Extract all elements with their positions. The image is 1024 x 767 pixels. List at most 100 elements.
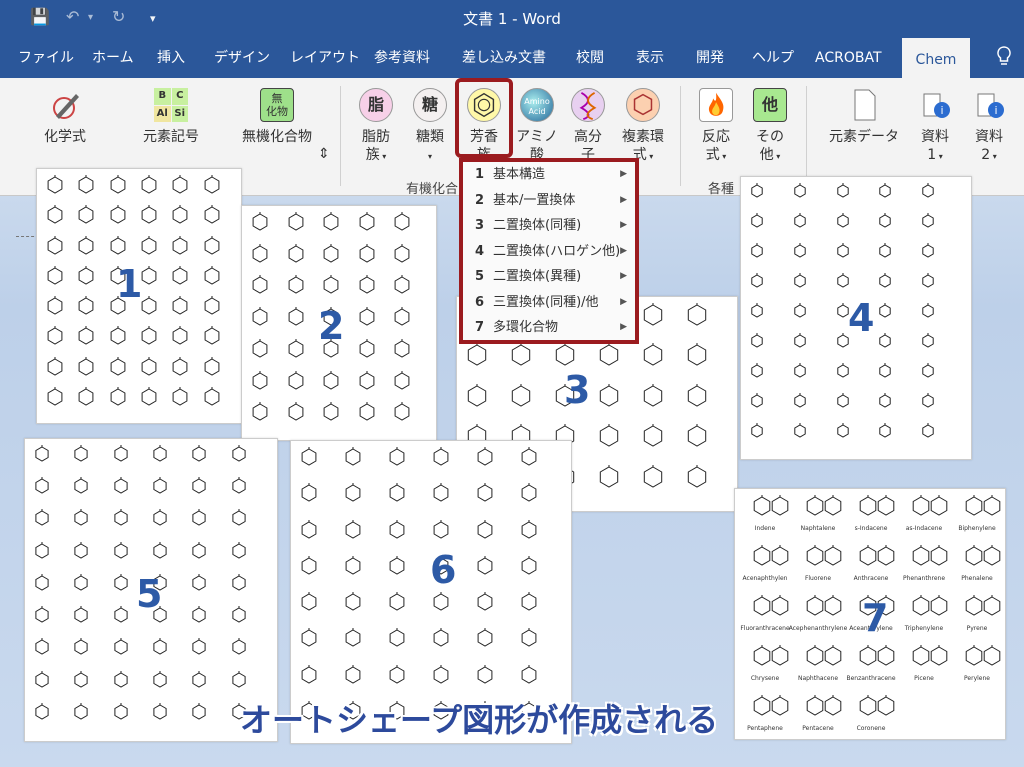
polycyclic-name: Acenaphthylen [742,575,788,582]
polycyclic-name: Phenalene [961,575,993,582]
menu-item-monosubstituted[interactable]: 2 基本/一置換体 ▶ [463,188,635,214]
polycyclic-structure [804,495,844,517]
menu-item-number: 1 [475,167,485,182]
benzene-structure [920,271,936,293]
tab-help[interactable]: ヘルプ [752,36,794,78]
tab-references[interactable]: 参考資料 [374,36,430,78]
submenu-arrow-icon: ▶ [620,296,627,307]
tab-insert[interactable]: 挿入 [157,36,185,78]
benzene-structure [151,636,169,660]
panel-number-6: 6 [430,548,457,592]
polycyclic-structure [804,545,844,567]
benzene-structure [202,354,222,381]
reference-2-button[interactable]: i 資料 2 ▾ [968,88,1010,166]
menu-item-polycyclic[interactable]: 7 多環化合物 ▶ [463,315,635,341]
element-symbol-button[interactable]: B C Al Si 元素記号 [132,88,210,146]
polycyclic-structure [910,495,950,517]
benzene-structure [170,173,190,199]
menu-item-number: 7 [475,320,485,335]
benzene-structure [299,481,319,507]
reference-1-button[interactable]: i 資料 1 ▾ [914,88,956,166]
info-icon: i [977,93,1004,118]
benzene-structure [72,571,90,596]
aliphatic-icon: 脂 [359,88,393,122]
benzene-structure [202,263,222,290]
benzene-structure [299,626,319,652]
aliphatic-button[interactable]: 脂 脂肪 族 ▾ [356,88,396,166]
polycyclic-name: Pyrene [966,625,988,632]
benzene-structure [45,263,65,290]
menu-item-label: 二置換体(異種) [493,269,582,284]
benzene-structure [835,241,851,263]
reference-1-label: 資料 [921,129,949,145]
benzene-structure [151,700,169,725]
benzene-structure [139,233,159,260]
sugar-icon: 糖 [413,88,447,122]
periodic-cell: B [154,88,171,105]
benzene-structure [877,421,893,443]
menu-item-disubstituted-halogen[interactable]: 4 二置換体(ハロゲン他) ▶ [463,239,635,265]
benzene-structure [112,700,130,725]
benzene-structure [112,636,130,660]
menu-item-number: 5 [475,269,485,284]
benzene-structure [431,662,451,689]
benzene-structure [286,273,306,299]
benzene-structure [76,294,96,320]
inorganic-compound-button[interactable]: 無 化物 無機化合物 [232,88,322,146]
benzene-structure [112,571,130,596]
benzene-structure [230,443,248,467]
menu-item-basic-structure[interactable]: 1 基本構造 ▶ [463,162,635,188]
benzene-structure [139,354,159,381]
tab-file[interactable]: ファイル [18,36,74,78]
lightbulb-icon[interactable] [996,46,1014,68]
element-data-button[interactable]: 元素データ [822,88,906,146]
tab-design[interactable]: デザイン [214,36,270,78]
benzene-structure [250,400,270,426]
tab-home[interactable]: ホーム [92,36,134,78]
menu-item-number: 4 [475,243,485,259]
benzene-structure [343,553,363,580]
benzene-structure [392,273,412,299]
tab-mailings[interactable]: 差し込み文書 [462,36,546,78]
polycyclic-structure [963,595,1003,617]
polymer-label: 高分 [574,129,602,145]
benzene-structure [920,241,936,263]
benzene-structure [920,331,936,353]
menu-item-label: 基本/一置換体 [493,192,576,208]
gallery-resize-icon[interactable]: ⇕ [318,146,330,162]
tab-developer[interactable]: 開発 [696,36,724,78]
heterocycle-button[interactable]: 複素環 式 ▾ [616,88,670,166]
sugar-button[interactable]: 糖 糖類 ▾ [410,88,450,166]
tab-chem[interactable]: Chem [902,36,970,78]
tab-layout[interactable]: レイアウト [290,36,360,78]
amino-acid-icon: Amino Acid [520,88,554,122]
polycyclic-structure [857,645,897,667]
benzene-structure [597,462,621,493]
benzene-structure [230,539,248,564]
benzene-structure [33,604,51,628]
submenu-arrow-icon: ▶ [620,322,627,332]
other-button[interactable]: 他 その 他 ▾ [748,88,792,166]
tab-view[interactable]: 表示 [636,36,664,78]
menu-item-trisubstituted[interactable]: 6 三置換体(同種)/他 ▶ [463,290,635,316]
menu-item-disubstituted-same[interactable]: 3 二置換体(同種) ▶ [463,213,635,239]
amino-acid-button[interactable]: Amino Acid アミノ 酸 [514,88,560,164]
tab-review[interactable]: 校閲 [576,36,604,78]
benzene-structure [250,241,270,268]
menu-item-number: 2 [475,192,485,208]
polymer-button[interactable]: 高分 子 [568,88,608,164]
menu-item-disubstituted-different[interactable]: 5 二置換体(異種) ▶ [463,264,635,290]
benzene-structure [597,341,621,371]
tab-acrobat[interactable]: ACROBAT [815,36,882,78]
benzene-structure [139,173,159,199]
benzene-structure [321,273,341,299]
benzene-structure [475,445,495,471]
benzene-structure [299,445,319,471]
benzene-structure [230,475,248,499]
benzene-structure [343,626,363,652]
reaction-button[interactable]: 反応 式 ▾ [694,88,738,166]
other-sublabel: 他 [759,147,774,163]
benzene-structure [357,305,377,331]
chemical-formula-button[interactable]: 化学式 [30,88,100,146]
svg-text:i: i [994,104,997,117]
